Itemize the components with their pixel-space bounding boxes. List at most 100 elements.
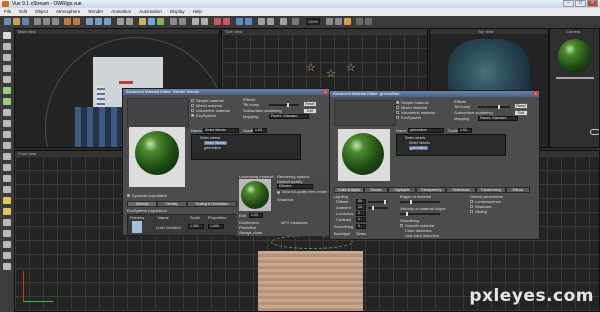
open-icon[interactable] — [13, 18, 20, 25]
reset-button-2[interactable]: Reset — [514, 103, 528, 109]
cut-icon[interactable] — [34, 18, 41, 25]
render-area-icon[interactable] — [223, 18, 230, 25]
sky-icon[interactable] — [245, 18, 252, 25]
smooth-material-checkbox[interactable] — [400, 224, 403, 227]
resize-icon[interactable] — [104, 18, 111, 25]
timeline-icon[interactable] — [335, 18, 342, 25]
move-icon[interactable] — [86, 18, 93, 25]
plane-tool-icon[interactable] — [3, 120, 11, 127]
menu-object[interactable]: Object — [35, 8, 48, 16]
boolean-icon[interactable] — [179, 18, 186, 25]
edit-scale-field[interactable]: 1.00 — [249, 213, 263, 218]
tab-highlights[interactable]: Highlights — [388, 187, 416, 193]
sliding-checkbox[interactable] — [470, 210, 473, 213]
group-icon[interactable] — [170, 18, 177, 25]
radio-mixed-material[interactable] — [191, 104, 194, 107]
rotate-icon[interactable] — [95, 18, 102, 25]
radio-ecosystem[interactable] — [191, 114, 194, 117]
material-editor-2-close-button[interactable]: × — [533, 92, 538, 96]
tab-color-alpha[interactable]: Color & Alpha — [334, 187, 364, 193]
tab-transparency[interactable]: Transparency — [416, 187, 446, 193]
reset-button-1[interactable]: Reset — [303, 101, 317, 107]
tilt-bump-slider[interactable] — [269, 103, 299, 107]
sphere-tool-icon[interactable] — [3, 32, 11, 39]
zoom-readout[interactable]: 100% — [306, 18, 320, 25]
camera-icon[interactable] — [148, 18, 155, 25]
ground-tool-icon[interactable] — [3, 175, 11, 182]
text-tool-icon[interactable] — [3, 54, 11, 61]
menu-render[interactable]: Render — [88, 8, 103, 16]
menu-help[interactable]: Help — [193, 8, 202, 16]
ambient-slider[interactable] — [368, 206, 388, 210]
scale-field-1[interactable]: 1.00 — [253, 128, 267, 133]
terrain-tool-icon[interactable] — [3, 131, 11, 138]
tilt-bump-slider-2[interactable] — [478, 105, 510, 109]
render-icon[interactable] — [214, 18, 221, 25]
metablob-tool-icon[interactable] — [3, 186, 11, 193]
spotlight-tool-icon[interactable] — [3, 208, 11, 215]
ecosystem-tool-icon[interactable] — [3, 230, 11, 237]
pan-icon[interactable] — [280, 18, 287, 25]
minimize-button[interactable]: – — [563, 0, 574, 7]
light-icon[interactable] — [139, 18, 146, 25]
name-field-2[interactable]: greenslime — [408, 128, 444, 133]
help-icon[interactable] — [344, 18, 351, 25]
water-tool-icon[interactable] — [3, 164, 11, 171]
edges-slider[interactable] — [400, 200, 440, 204]
tab-translucency[interactable]: Translucency — [476, 187, 506, 193]
zoom-out-icon[interactable] — [267, 18, 274, 25]
tree-tool-icon[interactable] — [3, 98, 11, 105]
cylinder-tool-icon[interactable] — [3, 43, 11, 50]
tab-scaling[interactable]: Scaling & Orientation — [187, 201, 237, 207]
cube-tool-icon[interactable] — [3, 76, 11, 83]
hyperblob-tool-icon[interactable] — [3, 263, 11, 270]
link-icon[interactable] — [117, 18, 124, 25]
radio-mixed-material-2[interactable] — [396, 106, 399, 109]
scale-field-2[interactable]: 1.00 — [458, 128, 472, 133]
radio-volumetric-material[interactable] — [191, 109, 194, 112]
unlink-icon[interactable] — [126, 18, 133, 25]
menu-atmosphere[interactable]: Atmosphere — [56, 8, 80, 16]
view-options-icon[interactable] — [292, 18, 299, 25]
radio-volumetric-material-2[interactable] — [396, 111, 399, 114]
full-quality-checkbox[interactable] — [277, 191, 280, 194]
zoom-in-icon[interactable] — [258, 18, 265, 25]
menu-animation[interactable]: Animation — [111, 8, 131, 16]
polygon-tool-icon[interactable] — [3, 252, 11, 259]
maximize-button[interactable]: □ — [575, 0, 586, 7]
light-tool-icon[interactable] — [3, 197, 11, 204]
eco-table[interactable]: Preview Name Scale Proportion Lush Ovoid… — [127, 214, 239, 235]
velocity-slider[interactable] — [400, 212, 440, 216]
plant-icon[interactable] — [157, 18, 164, 25]
material-editor-1-close-button[interactable]: × — [323, 90, 328, 94]
fullscreen-icon[interactable] — [365, 18, 372, 25]
radio-simple-material[interactable] — [191, 99, 194, 102]
tab-reflections[interactable]: Reflections — [446, 187, 476, 193]
animation-icon[interactable] — [326, 18, 333, 25]
menu-automation[interactable]: Automation — [139, 8, 162, 16]
tab-effects[interactable]: Effects — [506, 187, 530, 193]
mapping-select-1[interactable]: Parent: Standard — [269, 114, 309, 119]
mapping-select-2[interactable]: Parent: Standard — [478, 116, 518, 121]
material-tree-1[interactable]: Sinter weeds Sinter Weeds greenslime — [191, 134, 301, 160]
infinity-icon[interactable] — [590, 129, 599, 135]
torus-tool-icon[interactable] — [3, 109, 11, 116]
menu-edit[interactable]: Edit — [19, 8, 27, 16]
library-tool-icon[interactable] — [3, 241, 11, 248]
paste-icon[interactable] — [52, 18, 59, 25]
align-icon[interactable] — [192, 18, 199, 25]
name-field-1[interactable]: Sinter Weeds — [203, 128, 239, 133]
shadows-checkbox[interactable] — [470, 205, 473, 208]
menu-file[interactable]: File — [4, 8, 11, 16]
close-button[interactable]: × — [587, 0, 598, 7]
radio-simple-material-2[interactable] — [396, 101, 399, 104]
tab-bumps[interactable]: Bumps — [364, 187, 388, 193]
save-icon[interactable] — [22, 18, 29, 25]
plant-tool-icon[interactable] — [3, 87, 11, 94]
redo-icon[interactable] — [73, 18, 80, 25]
cone-tool-icon[interactable] — [3, 65, 11, 72]
camera-tool-icon[interactable] — [3, 219, 11, 226]
cloud-tool-icon[interactable] — [3, 153, 11, 160]
atmosphere-icon[interactable] — [236, 18, 243, 25]
copy-icon[interactable] — [43, 18, 50, 25]
